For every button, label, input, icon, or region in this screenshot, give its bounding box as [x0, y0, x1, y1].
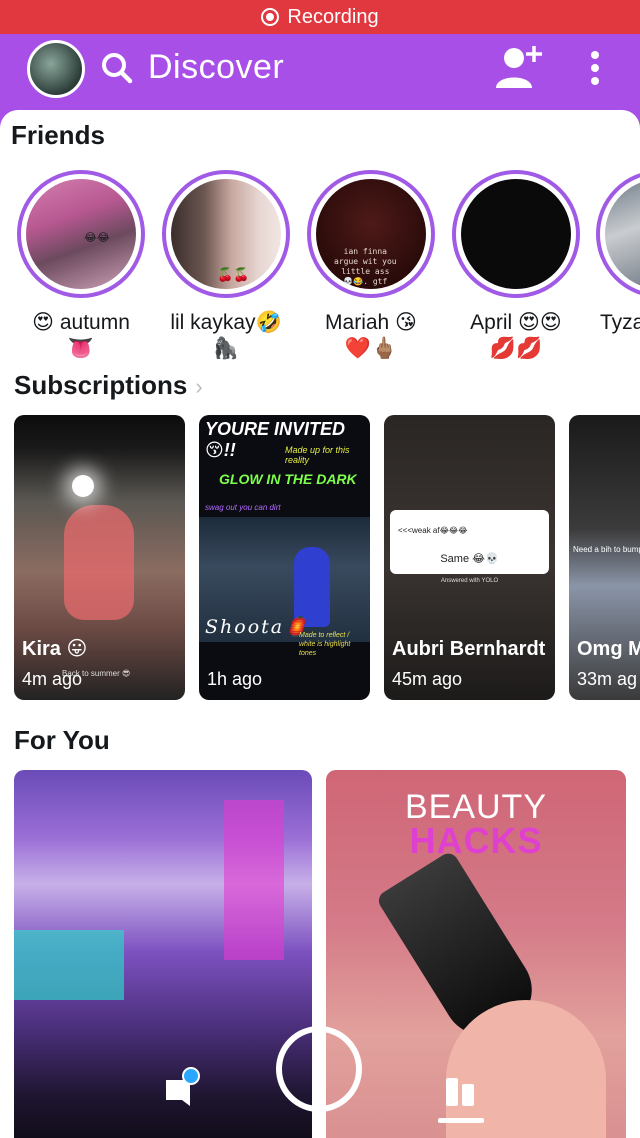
- friend-name-emoji: 💋💋: [489, 337, 543, 360]
- story-ring: [452, 170, 580, 298]
- poll-footer: Answered with YOLO: [440, 578, 499, 584]
- subscription-card-omg[interactable]: Need a bih to bump Omg M STORY 33m ag: [569, 415, 640, 700]
- recording-label: Recording: [287, 5, 379, 28]
- poll-question: <<<weak af😂😂😂: [398, 526, 468, 535]
- subscription-time: 33m ag: [577, 669, 638, 689]
- friends-section-title: Friends: [11, 120, 105, 150]
- subscription-card-invite[interactable]: YOURE INVITED😚!! Made up for this realit…: [199, 415, 370, 700]
- story-caption: Need a bih to bump: [573, 545, 640, 554]
- story-ring: ian finna argue wit you little ass 💀😂. g…: [307, 170, 435, 298]
- story-overlay-script: Shoota🏮: [205, 616, 310, 638]
- story-thumbnail: 😂😂: [26, 179, 136, 289]
- story-overlay-small: swag out you can dirt: [205, 503, 281, 512]
- subscription-card-kira[interactable]: Back to summer 😎 Kira 😛 4m ago: [14, 415, 185, 700]
- poll-answer: Same 😂💀: [440, 553, 499, 565]
- flash-glare: [72, 475, 94, 497]
- bitmoji-avatar[interactable]: [27, 40, 85, 98]
- friend-name: April 😍😍: [470, 311, 562, 334]
- capture-button[interactable]: [276, 1026, 362, 1112]
- subscription-time: 4m ago: [22, 669, 83, 689]
- story-text: ian finna argue wit you little ass 💀😂. g…: [334, 247, 397, 286]
- discover-feed[interactable]: Friends 😂😂 😍 autumn 👅 🍒🍒 lil kaykay🤣 🦍 i…: [0, 110, 640, 1138]
- friend-name: lil kaykay🤣: [170, 311, 282, 334]
- subscription-time: 1h ago: [207, 669, 263, 689]
- subscription-time: 45m ago: [392, 669, 463, 689]
- friend-name: Tyza: [600, 311, 640, 334]
- story-ring: [596, 170, 640, 298]
- beauty-line-2: HACKS: [409, 820, 543, 861]
- friend-story-mariah[interactable]: ian finna argue wit you little ass 💀😂. g…: [306, 170, 436, 362]
- page-title[interactable]: Discover: [148, 48, 284, 87]
- record-icon: [261, 8, 280, 26]
- story-overlay-text: GLOW IN THE DARK: [219, 471, 357, 487]
- story-ring: 😂😂: [17, 170, 145, 298]
- friend-name-emoji: ❤️🖕🏽: [344, 337, 398, 360]
- subscription-title: Kira 😛: [22, 638, 88, 660]
- story-text: 🍒🍒: [217, 267, 250, 282]
- stage-light: [224, 800, 284, 960]
- story-ring: 🍒🍒: [162, 170, 290, 298]
- beauty-line-1: BEAUTY: [404, 788, 548, 826]
- story-figure: [64, 505, 134, 620]
- chevron-right-icon: ›: [195, 374, 203, 399]
- more-vertical-icon[interactable]: [585, 50, 605, 86]
- story-overlay-small2: Made to reflect / white is highlight ton…: [299, 632, 351, 657]
- subscription-title: Aubri Bernhardt: [392, 638, 546, 660]
- search-icon[interactable]: [100, 51, 134, 85]
- chat-icon[interactable]: [160, 1066, 200, 1112]
- friend-name-emoji: 👅: [67, 337, 95, 360]
- friend-name-emoji: 🦍: [212, 337, 240, 360]
- friend-story-tyza[interactable]: Tyza: [596, 170, 640, 336]
- friend-story-april[interactable]: April 😍😍 💋💋: [451, 170, 581, 362]
- subscription-card-aubri[interactable]: <<<weak af😂😂😂 Same 😂💀 Answered with YOLO…: [384, 415, 555, 700]
- friend-name: 😍 autumn: [32, 311, 130, 334]
- recording-banner[interactable]: Recording: [0, 0, 640, 34]
- friend-story-autumn[interactable]: 😂😂 😍 autumn 👅: [16, 170, 146, 362]
- story-text: 😂😂: [84, 232, 110, 244]
- story-thumbnail: [605, 179, 640, 289]
- subscription-title: Omg M STORY: [577, 638, 640, 660]
- subscriptions-title-text: Subscriptions: [14, 370, 188, 400]
- story-poll-card: <<<weak af😂😂😂 Same 😂💀: [390, 510, 549, 574]
- for-you-section-title: For You: [14, 725, 110, 755]
- friend-story-kaykay[interactable]: 🍒🍒 lil kaykay🤣 🦍: [161, 170, 291, 362]
- story-thumbnail: ian finna argue wit you little ass 💀😂. g…: [316, 179, 426, 289]
- stories-icon[interactable]: [436, 1074, 486, 1126]
- stage-screen: [14, 930, 124, 1000]
- subscriptions-section-title[interactable]: Subscriptions ›: [14, 370, 203, 401]
- story-overlay-subtitle: Made up for this reality: [285, 445, 350, 465]
- add-friend-icon[interactable]: [494, 44, 546, 90]
- story-thumbnail: [461, 179, 571, 289]
- beauty-heading: BEAUTY HACKS: [326, 788, 626, 861]
- story-thumbnail: 🍒🍒: [171, 179, 281, 289]
- friend-name: Mariah 😘: [325, 311, 417, 334]
